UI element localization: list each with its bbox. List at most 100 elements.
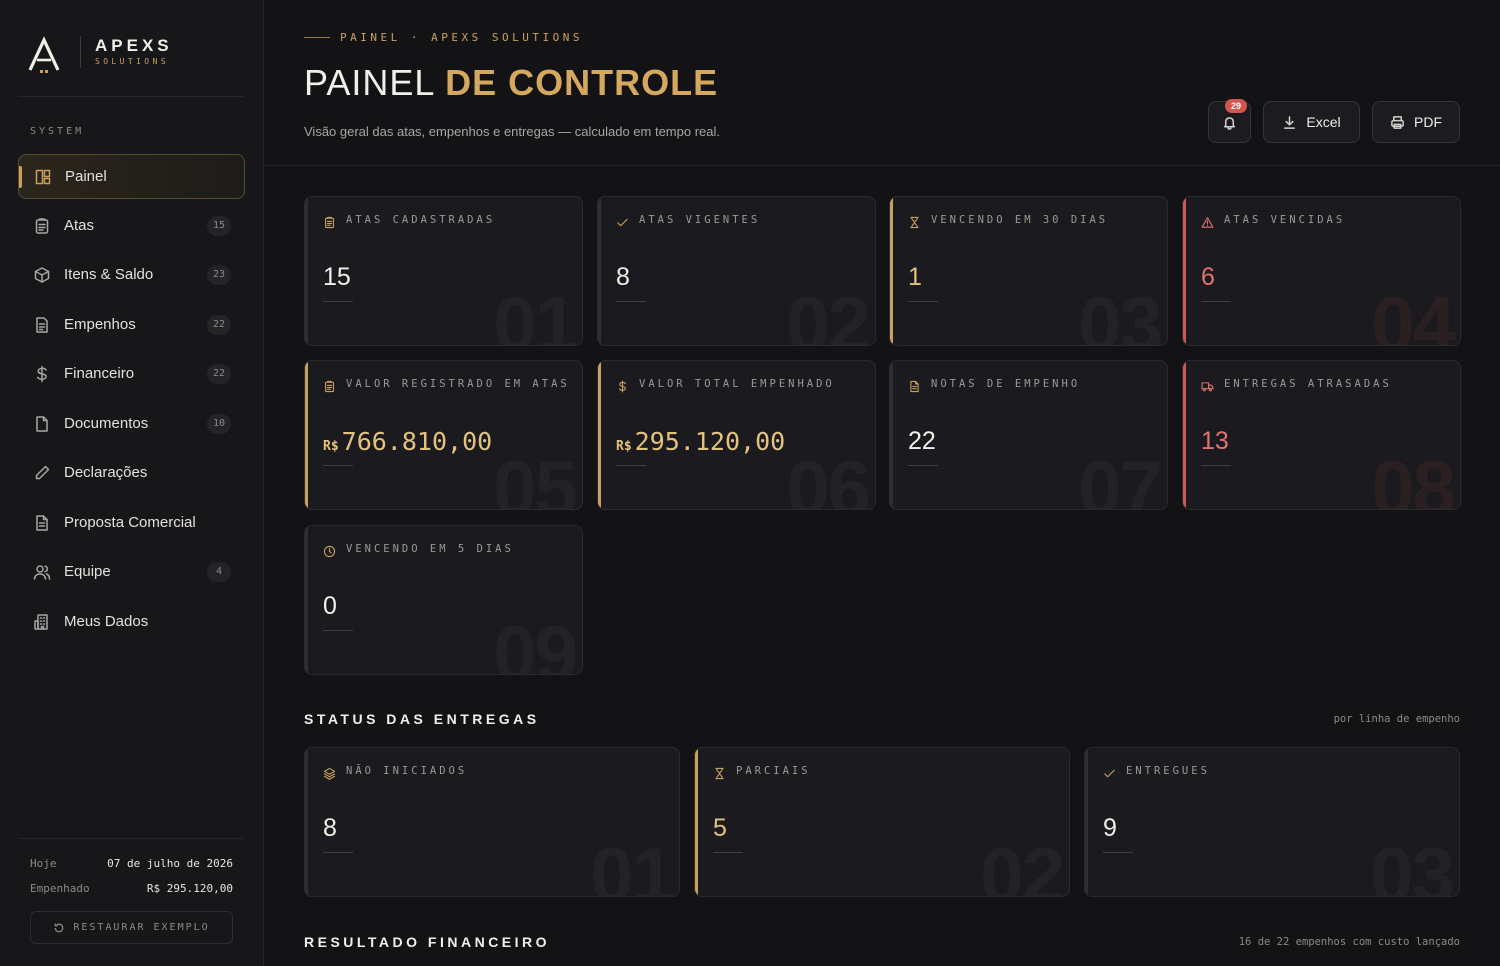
card-index-number: 07 [1078,444,1163,510]
warning-icon [1201,216,1214,229]
export-excel-button[interactable]: Excel [1263,101,1360,143]
users-icon [33,564,51,580]
sidebar-item-proposta-comercial[interactable]: Proposta Comercial [18,500,245,545]
apexs-logo-icon [28,36,60,73]
file-text-icon [32,513,52,533]
card-index-number: 03 [1370,831,1455,897]
card-accent-bar [305,361,308,509]
stat-card[interactable]: ATAS CADASTRADAS 15 01 [304,196,583,346]
value-underline [1201,301,1231,302]
today-label: Hoje [30,857,57,870]
users-icon [32,562,52,582]
page-title-accent: DE CONTROLE [445,62,719,103]
value-underline [908,465,938,466]
value-underline [323,465,353,466]
stat-card[interactable]: ATAS VENCIDAS 6 04 [1182,196,1461,346]
sidebar-item-declaracoes[interactable]: Declarações [18,450,245,495]
stat-card[interactable]: ATAS VIGENTES 8 02 [597,196,876,346]
stat-card[interactable]: VENCENDO EM 5 DIAS 0 09 [304,525,583,675]
clipboard-icon [323,380,336,393]
export-pdf-label: PDF [1414,114,1442,130]
layout-icon [35,169,51,184]
sidebar-item-count-badge: 22 [206,363,231,384]
sidebar-item-painel[interactable]: Painel [18,154,245,199]
dollar-icon [616,380,629,393]
restore-example-button[interactable]: RESTAURAR EXEMPLO [30,911,233,944]
sidebar-item-meus-dados[interactable]: Meus Dados [18,599,245,644]
warning-icon [1201,217,1214,228]
card-accent-bar [598,361,601,509]
stat-label: ATAS VENCIDAS [1224,214,1346,226]
sidebar-item-empenhos[interactable]: Empenhos 22 [18,302,245,347]
card-index-number: 06 [786,444,871,510]
hourglass-icon [910,216,919,229]
pencil-icon [32,463,52,483]
dollar-icon [618,380,626,393]
committed-value: R$ 295.120,00 [146,882,233,895]
building-icon [34,613,48,630]
sidebar-item-count-badge: 15 [206,215,231,236]
value-underline [323,852,353,853]
card-index-number: 01 [493,280,578,346]
stat-card[interactable]: VALOR REGISTRADO EM ATAS R$ 766.810,00 05 [304,360,583,510]
document-lines-icon [32,315,52,335]
printer-icon [1391,115,1404,129]
card-index-number: 05 [493,444,578,510]
dollar-icon [36,365,47,382]
sidebar-item-equipe[interactable]: Equipe 4 [18,549,245,594]
brand[interactable]: APEXS SOLUTIONS [28,34,244,74]
card-index-number: 03 [1078,280,1163,346]
card-accent-bar [1085,748,1088,896]
sidebar: APEXS SOLUTIONS SYSTEM Painel Atas 15 Itens… [0,0,264,966]
stat-card[interactable]: PARCIAIS 5 02 [694,747,1070,897]
breadcrumb: PAINEL · APEXS SOLUTIONS [304,31,583,44]
notifications-button[interactable]: 29 [1208,99,1251,143]
truck-icon [1201,382,1214,392]
stat-card[interactable]: NOTAS DE EMPENHO 22 07 [889,360,1168,510]
header-divider [264,165,1500,166]
today-value: 07 de julho de 2026 [107,857,233,870]
clipboard-icon [324,380,335,393]
stat-label: ENTREGUES [1126,765,1210,777]
sidebar-item-itens-saldo[interactable]: Itens & Saldo 23 [18,252,245,297]
sidebar-item-label: Declarações [64,464,148,481]
card-accent-bar [1183,197,1186,345]
stat-card[interactable]: ENTREGUES 9 03 [1084,747,1460,897]
pencil-icon [35,465,50,479]
value-underline [616,465,646,466]
clipboard-icon [324,216,335,229]
file-text-icon [36,514,48,531]
sidebar-item-documentos[interactable]: Documentos 10 [18,401,245,446]
value-underline [323,630,353,631]
page-title: PAINEL DE CONTROLE [304,62,718,104]
committed-label: Empenhado [30,882,90,895]
sidebar-item-financeiro[interactable]: Financeiro 22 [18,351,245,396]
stat-value: R$ 766.810,00 [323,427,492,456]
sidebar-item-label: Financeiro [64,365,135,382]
sidebar-divider [18,96,244,97]
brand-subtitle: SOLUTIONS [95,57,169,66]
deliveries-section-title: STATUS DAS ENTREGAS [304,711,540,727]
stat-label: VENCENDO EM 5 DIAS [346,543,514,555]
stat-card[interactable]: VENCENDO EM 30 DIAS 1 03 [889,196,1168,346]
check-icon [617,218,628,227]
stat-label: VENCENDO EM 30 DIAS [931,214,1109,226]
sidebar-item-atas[interactable]: Atas 15 [18,203,245,248]
value-underline [1201,465,1231,466]
stat-value: 13 [1201,427,1229,455]
dollar-icon [32,364,52,384]
card-index-number: 09 [493,609,578,675]
value-underline [908,301,938,302]
sidebar-section-label: SYSTEM [30,126,85,137]
committed-row: Empenhado R$ 295.120,00 [30,882,233,895]
stat-label: VALOR TOTAL EMPENHADO [639,378,835,390]
stat-card[interactable]: NÃO INICIADOS 8 01 [304,747,680,897]
export-pdf-button[interactable]: PDF [1372,101,1460,143]
stat-card[interactable]: ENTREGAS ATRASADAS 13 08 [1182,360,1461,510]
card-index-number: 02 [980,831,1065,897]
truck-icon [1201,380,1214,393]
stat-label: NÃO INICIADOS [346,765,468,777]
hourglass-icon [908,216,921,229]
card-accent-bar [305,748,308,896]
stat-card[interactable]: VALOR TOTAL EMPENHADO R$ 295.120,00 06 [597,360,876,510]
